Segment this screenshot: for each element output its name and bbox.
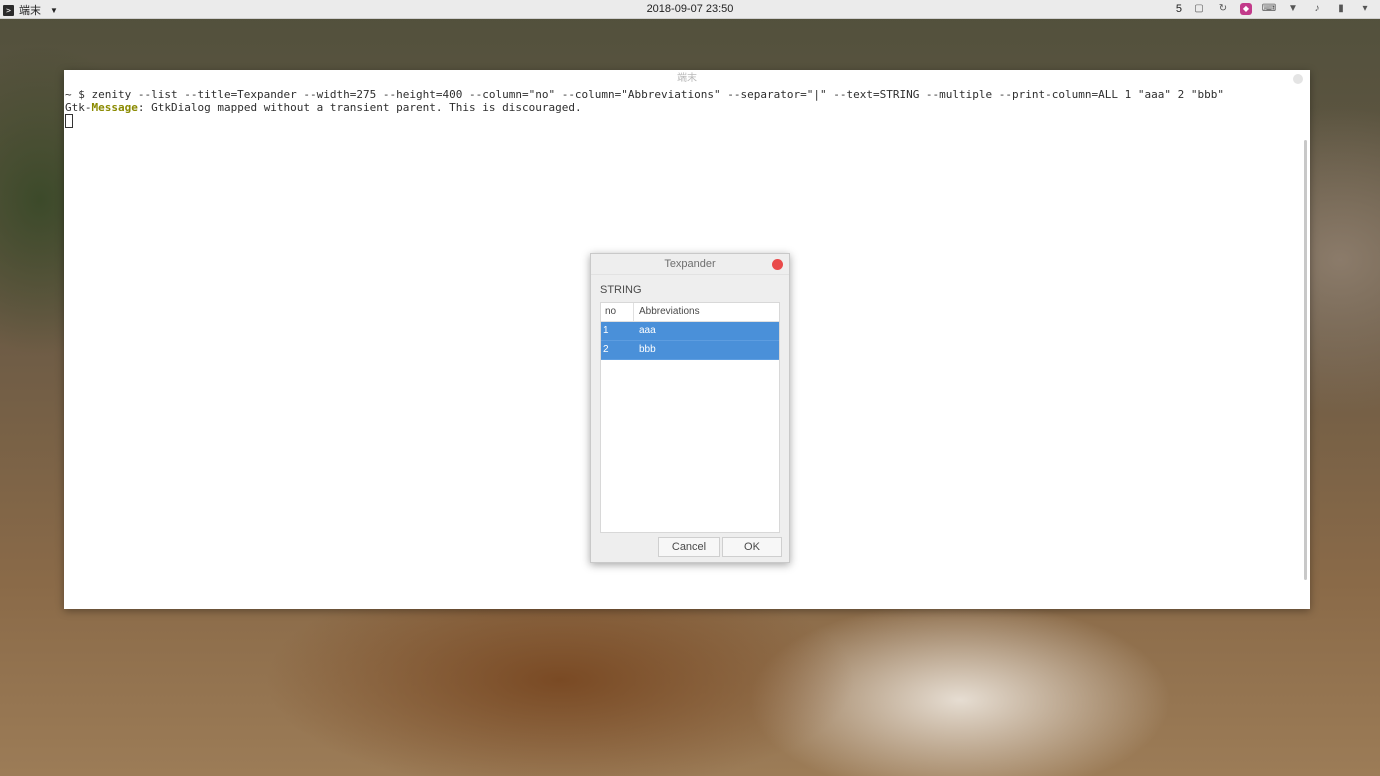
row-abbreviation: aaa (639, 325, 656, 336)
app-tray-icon[interactable]: ◆ (1240, 2, 1252, 15)
text-cursor (65, 114, 73, 128)
row-abbreviation: bbb (639, 344, 656, 355)
row-no: 2 (603, 344, 609, 355)
gtk-message-text: : GtkDialog mapped without a transient p… (137, 101, 582, 114)
gtk-prefix: Gtk- (65, 101, 92, 114)
column-header-abbreviations[interactable]: Abbreviations (634, 303, 700, 321)
clipboard-icon[interactable]: ▢ (1192, 2, 1206, 15)
dialog-text: STRING (600, 284, 642, 296)
volume-icon[interactable]: ♪ (1310, 2, 1324, 15)
workspace-indicator[interactable]: 5 (1176, 3, 1182, 15)
list-item[interactable]: 1 aaa (601, 322, 779, 341)
column-header-no[interactable]: no (601, 303, 634, 321)
keyboard-icon[interactable]: ⌨ (1262, 2, 1276, 15)
sync-icon[interactable]: ↻ (1216, 2, 1230, 15)
texpander-dialog[interactable]: Texpander STRING no Abbreviations 1 aaa … (590, 253, 790, 563)
close-icon[interactable] (1293, 74, 1303, 84)
terminal-output[interactable]: ~ $ zenity --list --title=Texpander --wi… (64, 88, 1310, 128)
gtk-message-line: Gtk-Message: GtkDialog mapped without a … (65, 101, 1310, 114)
system-tray: 5 ▢ ↻ ◆ ⌨ ▼ ♪ ▮ ▾ (1176, 2, 1372, 15)
row-no: 1 (603, 325, 609, 336)
top-panel: > 端末 ▼ 2018-09-07 23:50 5 ▢ ↻ ◆ ⌨ ▼ ♪ ▮ … (0, 0, 1380, 19)
dialog-titlebar[interactable]: Texpander (591, 254, 789, 275)
list-item[interactable]: 2 bbb (601, 341, 779, 360)
terminal-titlebar[interactable]: 端末 (64, 70, 1310, 88)
chevron-down-icon[interactable]: ▾ (1358, 2, 1372, 15)
terminal-title: 端末 (677, 73, 697, 84)
close-icon[interactable] (772, 259, 783, 270)
dialog-title: Texpander (664, 258, 716, 270)
command-line: ~ $ zenity --list --title=Texpander --wi… (65, 88, 1224, 101)
list-header: no Abbreviations (601, 303, 779, 322)
clock[interactable]: 2018-09-07 23:50 (0, 3, 1380, 15)
ok-button[interactable]: OK (722, 537, 782, 557)
battery-icon[interactable]: ▮ (1334, 2, 1348, 15)
cancel-button[interactable]: Cancel (658, 537, 720, 557)
abbreviation-list[interactable]: no Abbreviations 1 aaa 2 bbb (600, 302, 780, 533)
gtk-message-keyword: Message (91, 101, 138, 114)
scrollbar[interactable] (1304, 140, 1307, 580)
wifi-icon[interactable]: ▼ (1286, 2, 1300, 15)
